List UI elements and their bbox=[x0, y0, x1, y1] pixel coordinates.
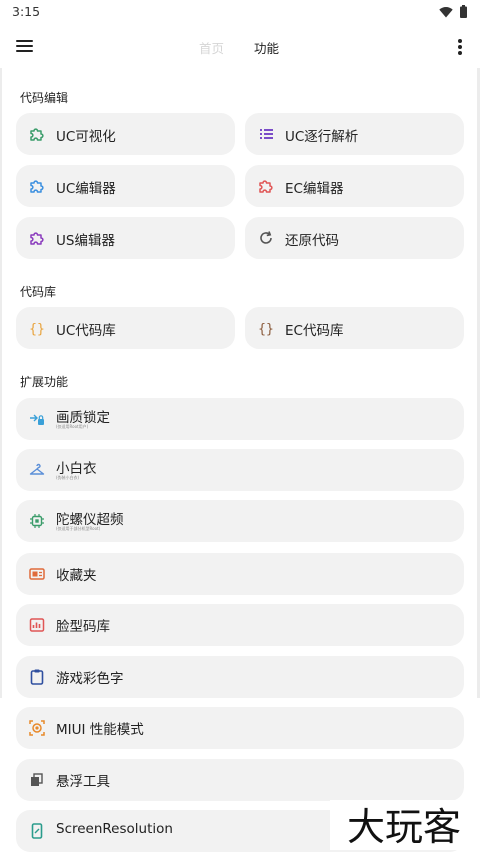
braces-icon: {} bbox=[28, 319, 46, 337]
refresh-icon bbox=[257, 229, 275, 247]
puzzle-icon bbox=[28, 125, 46, 143]
uc-editor-label: UC编辑器 bbox=[56, 181, 116, 197]
svg-text:{}: {} bbox=[258, 322, 274, 337]
uc-editor-button[interactable]: UC编辑器 bbox=[16, 165, 235, 207]
quality-lock-label: 画质锁定 bbox=[56, 410, 110, 426]
watermark-text: 大玩客 bbox=[347, 805, 461, 849]
layers-icon bbox=[28, 771, 46, 789]
section-title-code-edit: 代码编辑 bbox=[20, 91, 69, 105]
braces-icon: {} bbox=[257, 319, 275, 337]
gyroscope-overclock-label: 陀螺仪超频 bbox=[56, 512, 124, 528]
game-color-text-button[interactable]: 游戏彩色字 bbox=[16, 656, 464, 698]
puzzle-icon bbox=[257, 177, 275, 195]
uc-line-parse-label: UC逐行解析 bbox=[285, 129, 359, 145]
wifi-icon bbox=[439, 7, 453, 18]
tab-function[interactable]: 功能 bbox=[254, 38, 279, 57]
quality-lock-button[interactable]: 画质锁定 (仅适用Root用户) bbox=[16, 398, 464, 440]
hanger-icon bbox=[28, 461, 46, 479]
miui-performance-button[interactable]: MIUI 性能模式 bbox=[16, 707, 464, 749]
target-icon bbox=[28, 719, 46, 737]
chart-icon bbox=[28, 616, 46, 634]
section-title-code-lib: 代码库 bbox=[20, 285, 57, 299]
uc-visual-label: UC可视化 bbox=[56, 129, 116, 145]
floating-tools-label: 悬浮工具 bbox=[56, 774, 110, 790]
status-time: 3:15 bbox=[12, 4, 41, 19]
clipboard-icon bbox=[28, 668, 46, 686]
gyroscope-overclock-subtitle: (仅适用于部分机型Root) bbox=[56, 526, 101, 531]
us-editor-button[interactable]: US编辑器 bbox=[16, 217, 235, 259]
uc-code-lib-label: UC代码库 bbox=[56, 323, 116, 339]
miui-performance-label: MIUI 性能模式 bbox=[56, 722, 144, 738]
section-title-extensions: 扩展功能 bbox=[20, 375, 69, 389]
xiaobaiyi-button[interactable]: 小白衣 (伪装小白衣) bbox=[16, 449, 464, 491]
puzzle-icon bbox=[28, 229, 46, 247]
puzzle-icon bbox=[28, 177, 46, 195]
favorites-button[interactable]: 收藏夹 bbox=[16, 553, 464, 595]
restore-code-label: 还原代码 bbox=[285, 233, 339, 249]
more-options-icon[interactable] bbox=[450, 34, 470, 60]
favorites-label: 收藏夹 bbox=[56, 568, 97, 584]
uc-visual-button[interactable]: UC可视化 bbox=[16, 113, 235, 155]
floating-tools-button[interactable]: 悬浮工具 bbox=[16, 759, 464, 801]
ec-code-lib-button[interactable]: {} EC代码库 bbox=[245, 307, 464, 349]
face-code-lib-button[interactable]: 脸型码库 bbox=[16, 604, 464, 646]
chip-icon bbox=[28, 512, 46, 530]
screen-resolution-label: ScreenResolution bbox=[56, 821, 173, 837]
uc-line-parse-button[interactable]: UC逐行解析 bbox=[245, 113, 464, 155]
xiaobaiyi-label: 小白衣 bbox=[56, 461, 97, 477]
quality-lock-subtitle: (仅适用Root用户) bbox=[56, 424, 89, 429]
menu-icon[interactable] bbox=[12, 32, 40, 60]
restore-code-button[interactable]: 还原代码 bbox=[245, 217, 464, 259]
uc-code-lib-button[interactable]: {} UC代码库 bbox=[16, 307, 235, 349]
phone-icon bbox=[28, 822, 46, 840]
game-color-text-label: 游戏彩色字 bbox=[56, 671, 124, 687]
us-editor-label: US编辑器 bbox=[56, 233, 115, 249]
gyroscope-overclock-button[interactable]: 陀螺仪超频 (仅适用于部分机型Root) bbox=[16, 500, 464, 542]
face-code-lib-label: 脸型码库 bbox=[56, 619, 110, 635]
battery-icon bbox=[460, 5, 467, 18]
list-icon bbox=[257, 125, 275, 143]
tab-home[interactable]: 首页 bbox=[199, 38, 224, 57]
svg-text:{}: {} bbox=[29, 322, 45, 337]
xiaobaiyi-subtitle: (伪装小白衣) bbox=[56, 475, 80, 480]
watermark-logo: 大玩客 bbox=[330, 800, 478, 850]
slides-icon bbox=[28, 565, 46, 583]
ec-code-lib-label: EC代码库 bbox=[285, 323, 344, 339]
ec-editor-button[interactable]: EC编辑器 bbox=[245, 165, 464, 207]
status-bar: 3:15 bbox=[0, 0, 480, 24]
lock-link-icon bbox=[28, 410, 46, 428]
frame-border-left bbox=[0, 68, 2, 698]
app-bar: 首页 功能 bbox=[0, 24, 480, 68]
ec-editor-label: EC编辑器 bbox=[285, 181, 344, 197]
